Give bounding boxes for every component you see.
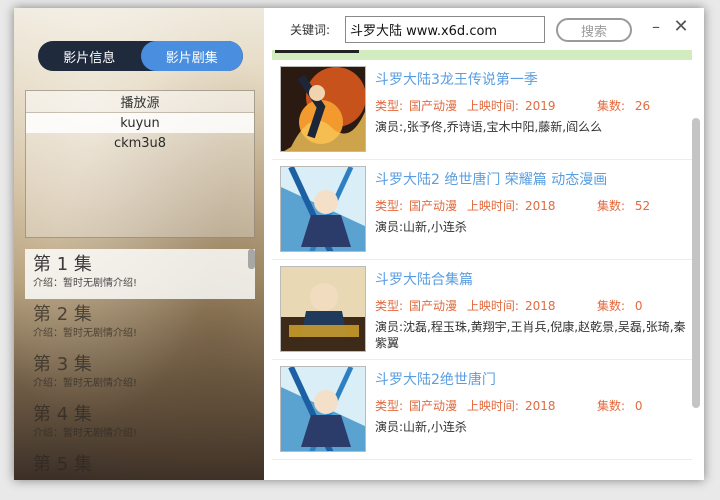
poster-thumbnail[interactable]: [280, 266, 366, 352]
source-list: 播放源 kuyun ckm3u8: [25, 90, 255, 238]
episode-item[interactable]: 第 5 集: [25, 449, 255, 480]
episode-item[interactable]: 第 2 集 介绍：暂时无剧情介绍!: [25, 299, 255, 349]
result-title[interactable]: 斗罗大陆2绝世唐门: [375, 369, 496, 389]
episode-title: 第 4 集: [33, 404, 92, 425]
result-meta: 类型: 国产动漫 上映时间: 2018 集数: 0: [375, 397, 643, 414]
search-button[interactable]: 搜索: [556, 18, 632, 42]
search-bar: 关键词: 搜索 – ✕: [264, 8, 704, 50]
type-label: 类型:: [375, 299, 404, 313]
episode-desc: 介绍：暂时无剧情介绍!: [33, 428, 138, 439]
cast-value: ,张予佟,乔诗语,宝木中阳,藤新,阎么么: [403, 120, 603, 134]
result-row[interactable]: 斗罗大陆3龙王传说第一季 类型: 国产动漫 上映时间: 2019 集数: 26 演员…: [272, 60, 692, 160]
episode-scrollbar[interactable]: [248, 249, 255, 269]
result-cast: 演员:山新,小连杀: [375, 419, 692, 435]
poster-thumbnail[interactable]: [280, 366, 366, 452]
year-value: 2018: [524, 299, 556, 313]
result-row[interactable]: 斗罗大陆合集篇 类型: 国产动漫 上映时间: 2018 集数: 0 演员:沈磊,程玉…: [272, 260, 692, 360]
episode-title: 第 5 集: [33, 454, 92, 475]
result-meta: 类型: 国产动漫 上映时间: 2018 集数: 52: [375, 197, 650, 214]
episode-title: 第 1 集: [33, 254, 92, 275]
cast-label: 演员:: [375, 420, 404, 434]
keyword-label: 关键词:: [290, 23, 331, 37]
minimize-icon[interactable]: –: [646, 16, 666, 36]
results-scrollbar[interactable]: [692, 118, 700, 408]
eps-label: 集数:: [597, 99, 626, 113]
episode-item[interactable]: 第 1 集 介绍：暂时无剧情介绍!: [25, 249, 255, 299]
selected-row-highlight: [272, 50, 692, 60]
episode-desc: 介绍：暂时无剧情介绍!: [33, 328, 138, 339]
year-value: 2019: [524, 99, 556, 113]
episode-title: 第 2 集: [33, 304, 92, 325]
eps-value: 0: [634, 399, 643, 413]
year-value: 2018: [524, 399, 556, 413]
year-value: 2018: [524, 199, 556, 213]
eps-label: 集数:: [597, 399, 626, 413]
type-label: 类型:: [375, 399, 404, 413]
close-icon[interactable]: ✕: [671, 16, 691, 37]
search-input[interactable]: [345, 16, 545, 43]
type-label: 类型:: [375, 99, 404, 113]
cast-value: 山新,小连杀: [403, 420, 467, 434]
year-label: 上映时间:: [466, 199, 519, 213]
type-value: 国产动漫: [409, 199, 458, 213]
tab-switcher: 影片信息 影片剧集: [38, 41, 243, 71]
right-panel: 关键词: 搜索 – ✕: [264, 8, 704, 480]
type-value: 国产动漫: [409, 99, 458, 113]
result-title[interactable]: 斗罗大陆合集篇: [375, 269, 473, 289]
episode-list: 第 1 集 介绍：暂时无剧情介绍! 第 2 集 介绍：暂时无剧情介绍! 第 3 …: [25, 249, 255, 480]
thumbnail-peek: [275, 50, 359, 53]
source-item-kuyun[interactable]: kuyun: [26, 113, 254, 133]
episode-title: 第 3 集: [33, 354, 92, 375]
episode-item[interactable]: 第 3 集 介绍：暂时无剧情介绍!: [25, 349, 255, 399]
result-row[interactable]: 斗罗大陆2绝世唐门 类型: 国产动漫 上映时间: 2018 集数: 0 演员:山新,…: [272, 360, 692, 460]
type-value: 国产动漫: [409, 399, 458, 413]
cast-value: 山新,小连杀: [403, 220, 467, 234]
episode-item[interactable]: 第 4 集 介绍：暂时无剧情介绍!: [25, 399, 255, 449]
cast-label: 演员:: [375, 120, 404, 134]
episode-desc: 介绍：暂时无剧情介绍!: [33, 378, 138, 389]
result-meta: 类型: 国产动漫 上映时间: 2018 集数: 0: [375, 297, 643, 314]
cast-value: 沈磊,程玉珠,黄翔宇,王肖兵,倪康,赵乾景,吴磊,张琦,秦紫翼: [375, 320, 686, 350]
source-item-ckm3u8[interactable]: ckm3u8: [26, 133, 254, 153]
result-title[interactable]: 斗罗大陆3龙王传说第一季: [375, 69, 538, 89]
poster-thumbnail[interactable]: [280, 66, 366, 152]
year-label: 上映时间:: [466, 399, 519, 413]
result-title[interactable]: 斗罗大陆2 绝世唐门 荣耀篇 动态漫画: [375, 169, 607, 189]
eps-value: 26: [634, 99, 651, 113]
result-row[interactable]: 斗罗大陆2 绝世唐门 荣耀篇 动态漫画 类型: 国产动漫 上映时间: 2018 集数…: [272, 160, 692, 260]
left-panel: 影片信息 影片剧集 播放源 kuyun ckm3u8 第 1 集 介绍：暂时无剧…: [14, 8, 264, 480]
result-cast: 演员:,张予佟,乔诗语,宝木中阳,藤新,阎么么: [375, 119, 692, 135]
poster-thumbnail[interactable]: [280, 166, 366, 252]
result-list: 斗罗大陆3龙王传说第一季 类型: 国产动漫 上映时间: 2019 集数: 26 演员…: [272, 60, 692, 480]
eps-value: 0: [634, 299, 643, 313]
type-label: 类型:: [375, 199, 404, 213]
result-meta: 类型: 国产动漫 上映时间: 2019 集数: 26: [375, 97, 650, 114]
tab-episodes[interactable]: 影片剧集: [140, 41, 243, 71]
type-value: 国产动漫: [409, 299, 458, 313]
cast-label: 演员:: [375, 320, 404, 334]
source-list-header: 播放源: [26, 91, 254, 113]
cast-label: 演员:: [375, 220, 404, 234]
year-label: 上映时间:: [466, 99, 519, 113]
episode-desc: 介绍：暂时无剧情介绍!: [33, 278, 138, 289]
app-window: 影片信息 影片剧集 播放源 kuyun ckm3u8 第 1 集 介绍：暂时无剧…: [14, 8, 704, 480]
eps-label: 集数:: [597, 199, 626, 213]
eps-label: 集数:: [597, 299, 626, 313]
result-cast: 演员:沈磊,程玉珠,黄翔宇,王肖兵,倪康,赵乾景,吴磊,张琦,秦紫翼: [375, 319, 692, 351]
tab-movie-info[interactable]: 影片信息: [38, 41, 141, 71]
eps-value: 52: [634, 199, 651, 213]
year-label: 上映时间:: [466, 299, 519, 313]
result-cast: 演员:山新,小连杀: [375, 219, 692, 235]
